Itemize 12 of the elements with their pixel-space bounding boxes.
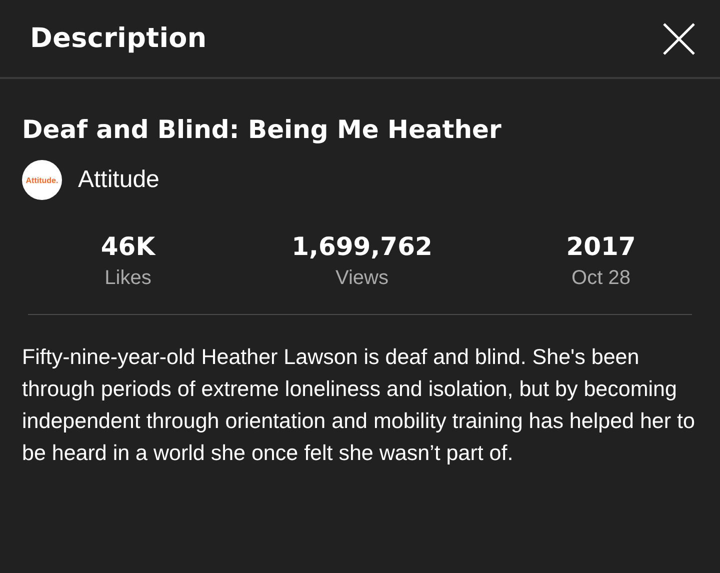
stat-label: Likes	[104, 267, 152, 290]
channel-name[interactable]: Attitude	[78, 166, 160, 194]
close-icon	[662, 22, 696, 56]
stat-value: 46K	[100, 232, 156, 261]
video-title: Deaf and Blind: Being Me Heather	[22, 115, 502, 144]
close-button[interactable]	[662, 22, 696, 56]
stat-label: Views	[336, 267, 388, 290]
stat-value: 2017	[566, 232, 636, 261]
stat-value: 1,699,762	[292, 232, 432, 261]
stat-label: Oct 28	[572, 267, 630, 290]
panel-title: Description	[30, 23, 207, 54]
description-text: Fifty-nine-year-old Heather Lawson is deaf and blind. She's been through periods of extreme loneliness and isolation, but by becoming independent through orientation and mobility training has helped her to be heard in a world she once felt she wasn’t part of.	[22, 344, 696, 467]
